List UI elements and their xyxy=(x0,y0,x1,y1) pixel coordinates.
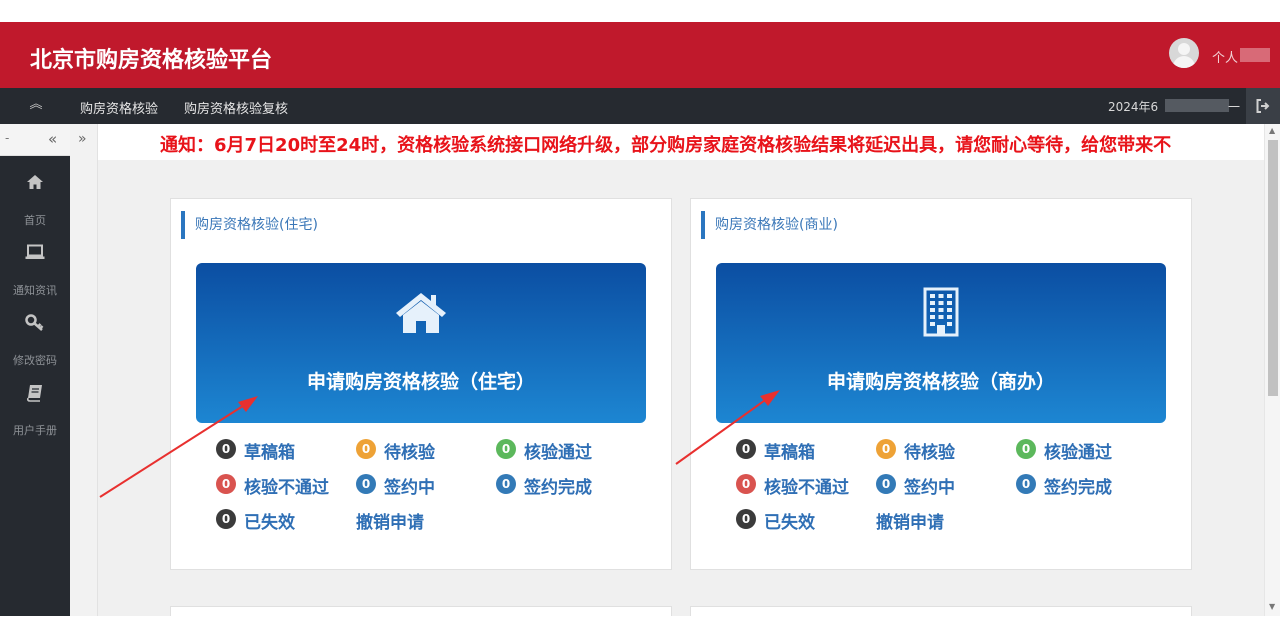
sidebar-item-home[interactable]: 首页 xyxy=(0,212,70,228)
count-badge: 0 xyxy=(216,439,236,459)
nav-item-qualification-review[interactable]: 购房资格核验复核 xyxy=(184,98,288,117)
count-badge: 0 xyxy=(1016,474,1036,494)
status-label: 核验通过 xyxy=(1044,443,1112,463)
count-badge: 0 xyxy=(216,474,236,494)
count-badge: 0 xyxy=(736,509,756,529)
count-badge: 0 xyxy=(876,474,896,494)
house-icon xyxy=(396,293,446,333)
revoke-application-link[interactable]: 撤销申请 xyxy=(356,508,424,533)
date-dash: 一 xyxy=(1228,100,1241,114)
date-redaction xyxy=(1165,99,1229,112)
status-label: 待核验 xyxy=(384,443,435,463)
avatar-body-shape xyxy=(1173,56,1195,68)
apply-commercial-button[interactable]: 申请购房资格核验（商办） xyxy=(716,263,1166,423)
nav-item-qualification-check[interactable]: 购房资格核验 xyxy=(80,98,158,117)
status-label: 已失效 xyxy=(244,513,295,533)
count-badge: 0 xyxy=(356,474,376,494)
app-title: 北京市购房资格核验平台 xyxy=(30,48,273,73)
status-label: 签约完成 xyxy=(524,478,592,498)
sidebar: - « 首页 通知资讯 修改密码 用户手册 xyxy=(0,124,70,616)
apply-residential-label: 申请购房资格核验（住宅） xyxy=(306,371,535,393)
status-label: 待核验 xyxy=(904,443,955,463)
card-residential: 购房资格核验(住宅) 申请购房资格核验（住宅） 0 草稿箱 0 待核验 0 核验… xyxy=(170,198,672,570)
card-title: 购房资格核验(住宅) xyxy=(181,211,318,239)
sidebar-item-notices[interactable]: 通知资讯 xyxy=(0,282,70,298)
bottom-margin xyxy=(0,616,1280,640)
book-icon[interactable] xyxy=(0,384,70,407)
count-badge: 0 xyxy=(496,474,516,494)
home-glyph xyxy=(27,175,43,189)
sidebar-dash: - xyxy=(5,131,10,145)
card-commercial: 购房资格核验(商业) 申请购房资格核验（商办） 0 草稿箱 0 待核验 0 核验… xyxy=(690,198,1192,570)
notice-banner: 通知：6月7日20时至24时，资格核验系统接口网络升级，部分购房家庭资格核验结果… xyxy=(98,124,1264,160)
key-glyph xyxy=(25,314,44,331)
status-label: 草稿箱 xyxy=(244,443,295,463)
card-title: 购房资格核验(商业) xyxy=(701,211,838,239)
key-icon[interactable] xyxy=(0,314,70,337)
status-label: 核验不通过 xyxy=(244,478,329,498)
user-name[interactable]: 个人 xyxy=(1212,47,1238,66)
status-label: 签约中 xyxy=(904,478,955,498)
notice-text: 通知：6月7日20时至24时，资格核验系统接口网络升级，部分购房家庭资格核验结果… xyxy=(160,135,1172,156)
top-margin xyxy=(0,0,1280,22)
page-scrollbar[interactable]: ▲ ▼ xyxy=(1264,124,1280,616)
sidebar-item-change-password[interactable]: 修改密码 xyxy=(0,352,70,368)
app-header: 北京市购房资格核验平台 个人 xyxy=(0,22,1280,88)
status-label: 签约中 xyxy=(384,478,435,498)
status-label: 签约完成 xyxy=(1044,478,1112,498)
status-label: 核验不通过 xyxy=(764,478,849,498)
top-navbar: ︽ 购房资格核验 购房资格核验复核 2024年6 一 xyxy=(0,88,1280,124)
sidebar-toolbar: - « xyxy=(0,124,70,156)
card-lower-left xyxy=(170,606,672,616)
book-glyph xyxy=(26,385,42,402)
laptop-icon[interactable] xyxy=(0,244,70,265)
expand-right-icon[interactable]: » xyxy=(78,131,87,147)
count-badge: 0 xyxy=(216,509,236,529)
avatar-head-shape xyxy=(1178,43,1190,55)
card-lower-right xyxy=(690,606,1192,616)
count-badge: 0 xyxy=(876,439,896,459)
chevron-up-icon[interactable]: ︽ xyxy=(27,96,45,114)
logout-icon[interactable] xyxy=(1246,88,1280,124)
scroll-up-icon[interactable]: ▲ xyxy=(1269,126,1275,135)
avatar[interactable] xyxy=(1169,38,1199,68)
apply-residential-button[interactable]: 申请购房资格核验（住宅） xyxy=(196,263,646,423)
count-badge: 0 xyxy=(356,439,376,459)
revoke-application-link[interactable]: 撤销申请 xyxy=(876,508,944,533)
status-label: 核验通过 xyxy=(524,443,592,463)
status-label: 已失效 xyxy=(764,513,815,533)
apply-commercial-label: 申请购房资格核验（商办） xyxy=(826,371,1055,393)
expand-strip: » xyxy=(70,124,98,616)
main-content: 购房资格核验(住宅) 申请购房资格核验（住宅） 0 草稿箱 0 待核验 0 核验… xyxy=(98,160,1264,616)
collapse-left-icon[interactable]: « xyxy=(48,130,57,148)
count-badge: 0 xyxy=(736,439,756,459)
current-date: 2024年6 xyxy=(1108,100,1159,114)
laptop-glyph xyxy=(25,244,45,259)
logout-glyph xyxy=(1256,99,1270,113)
count-badge: 0 xyxy=(496,439,516,459)
home-icon[interactable] xyxy=(0,174,70,195)
scroll-down-icon[interactable]: ▼ xyxy=(1269,602,1275,611)
user-name-redaction xyxy=(1240,48,1270,62)
scroll-thumb[interactable] xyxy=(1268,140,1278,396)
count-badge: 0 xyxy=(736,474,756,494)
building-icon xyxy=(923,287,959,337)
count-badge: 0 xyxy=(1016,439,1036,459)
status-label: 草稿箱 xyxy=(764,443,815,463)
sidebar-item-user-manual[interactable]: 用户手册 xyxy=(0,422,70,438)
